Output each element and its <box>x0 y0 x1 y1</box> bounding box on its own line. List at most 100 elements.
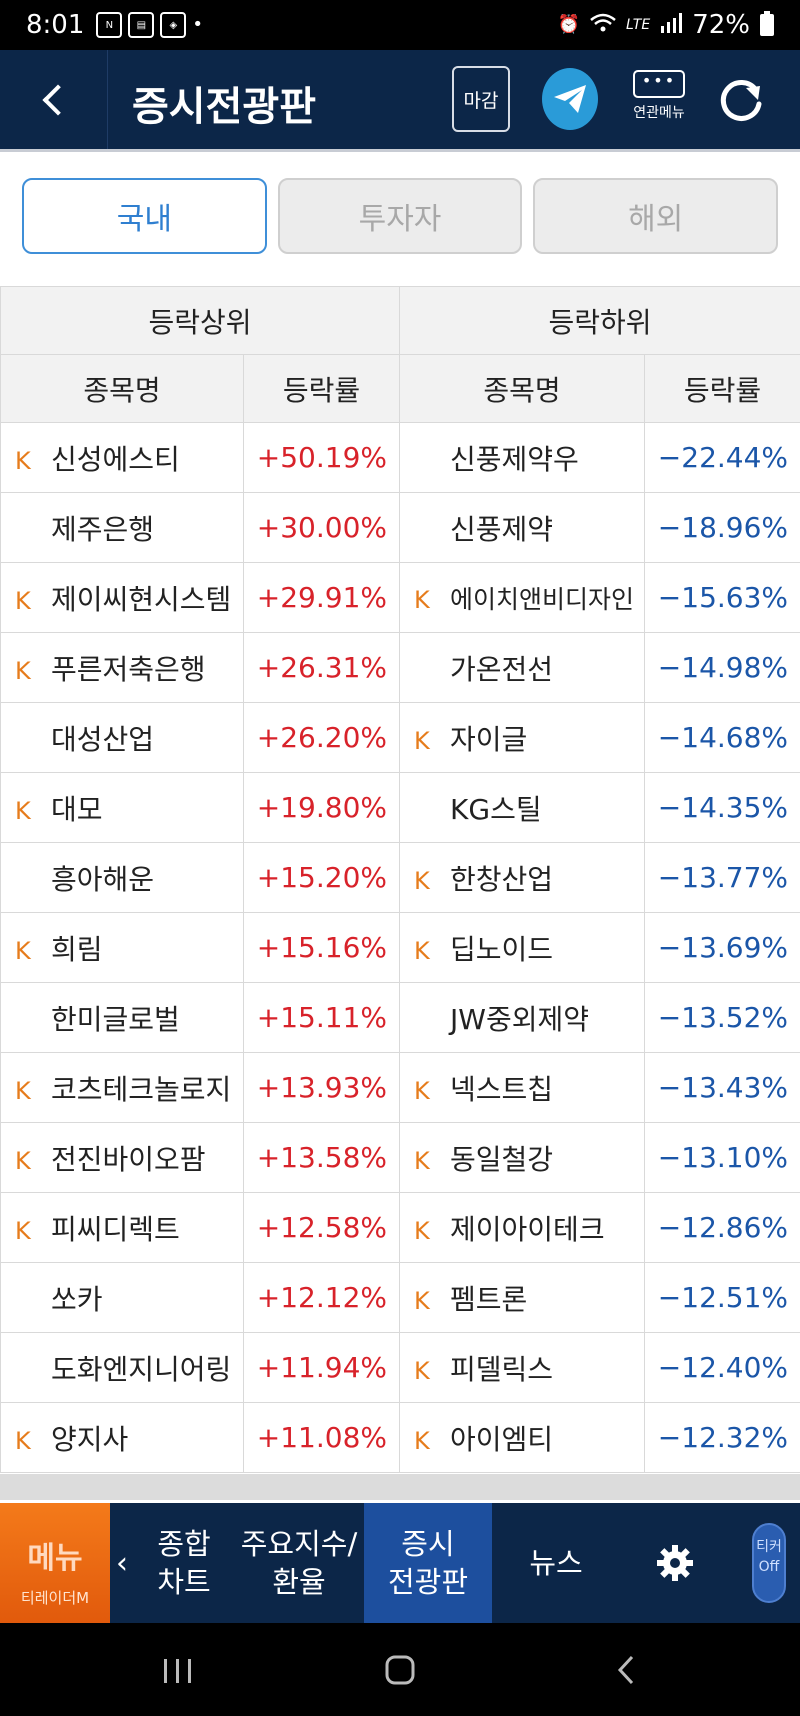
col-header-rate[interactable]: 등락률 <box>242 354 401 423</box>
recent-apps-button[interactable] <box>148 1645 208 1695</box>
stock-name: 코츠테크놀로지 <box>51 1072 232 1106</box>
loser-rate-cell[interactable]: −14.68% <box>644 702 800 773</box>
loser-rate-cell[interactable]: −18.96% <box>644 492 800 563</box>
telegram-button[interactable] <box>542 68 598 130</box>
back-button[interactable] <box>0 50 108 149</box>
loser-name-cell[interactable]: KG스틸 <box>399 772 646 843</box>
gainer-name-cell[interactable]: 쏘카 <box>0 1262 244 1333</box>
loser-rate-cell[interactable]: −22.44% <box>644 422 800 493</box>
loser-rate-cell[interactable]: −12.32% <box>644 1402 800 1473</box>
loser-name-cell[interactable]: 신풍제약 <box>399 492 646 563</box>
gainer-name-cell[interactable]: K 희림 <box>0 912 244 983</box>
change-rate: −13.43% <box>657 1071 789 1104</box>
gainer-rate-cell[interactable]: +11.94% <box>242 1332 401 1403</box>
refresh-button[interactable] <box>716 76 766 126</box>
loser-name-cell[interactable]: K 딥노이드 <box>399 912 646 983</box>
change-rate: −12.86% <box>657 1211 789 1244</box>
gainer-name-cell[interactable]: 흥아해운 <box>0 842 244 913</box>
gainer-rate-cell[interactable]: +13.58% <box>242 1122 401 1193</box>
settings-button[interactable] <box>620 1503 730 1623</box>
tab-domestic[interactable]: 국내 <box>22 178 267 254</box>
gainer-rate-cell[interactable]: +12.12% <box>242 1262 401 1333</box>
table-row: K 제이씨현시스템 +29.91% K 에이치앤비디자인 −15.63% <box>0 562 800 633</box>
nav-item-news[interactable]: 뉴스 <box>492 1503 620 1623</box>
gainer-rate-cell[interactable]: +15.16% <box>242 912 401 983</box>
tab-investor[interactable]: 투자자 <box>277 178 523 254</box>
system-back-button[interactable] <box>596 1645 656 1695</box>
stock-name: 흥아해운 <box>51 862 155 896</box>
loser-name-cell[interactable]: K 넥스트칩 <box>399 1052 646 1123</box>
col-header-rate[interactable]: 등락률 <box>644 354 800 423</box>
ticker-toggle[interactable]: 티커 Off <box>752 1503 788 1623</box>
loser-name-cell[interactable]: K 피델릭스 <box>399 1332 646 1403</box>
loser-rate-cell[interactable]: −12.86% <box>644 1192 800 1263</box>
loser-name-cell[interactable]: K 펨트론 <box>399 1262 646 1333</box>
loser-name-cell[interactable]: K 동일철강 <box>399 1122 646 1193</box>
col-header-name[interactable]: 종목명 <box>0 354 244 423</box>
battery-icon <box>760 11 774 36</box>
gainer-name-cell[interactable]: K 푸른저축은행 <box>0 632 244 703</box>
home-button[interactable] <box>370 1645 430 1695</box>
gainer-name-cell[interactable]: K 양지사 <box>0 1402 244 1473</box>
related-menu-button[interactable]: ••• 연관메뉴 <box>626 70 692 136</box>
gainer-name-cell[interactable]: K 신성에스티 <box>0 422 244 493</box>
status-right: ⏰ LTE 72% <box>558 10 774 40</box>
col-header-name[interactable]: 종목명 <box>399 354 646 423</box>
nav-item-chart[interactable]: 종합 차트 <box>134 1503 234 1623</box>
gainer-name-cell[interactable]: K 제이씨현시스템 <box>0 562 244 633</box>
gainer-rate-cell[interactable]: +13.93% <box>242 1052 401 1123</box>
gainer-name-cell[interactable]: 한미글로벌 <box>0 982 244 1053</box>
gainer-name-cell[interactable]: 제주은행 <box>0 492 244 563</box>
tab-overseas[interactable]: 해외 <box>533 178 779 254</box>
loser-name-cell[interactable]: K 자이글 <box>399 702 646 773</box>
gainer-name-cell[interactable]: K 코츠테크놀로지 <box>0 1052 244 1123</box>
loser-rate-cell[interactable]: −12.40% <box>644 1332 800 1403</box>
gainer-rate-cell[interactable]: +15.11% <box>242 982 401 1053</box>
loser-rate-cell[interactable]: −13.77% <box>644 842 800 913</box>
gainer-rate-cell[interactable]: +50.19% <box>242 422 401 493</box>
loser-rate-cell[interactable]: −13.69% <box>644 912 800 983</box>
loser-rate-cell[interactable]: −14.35% <box>644 772 800 843</box>
loser-name-cell[interactable]: 신풍제약우 <box>399 422 646 493</box>
loser-name-cell[interactable]: K 아이엠티 <box>399 1402 646 1473</box>
change-rate: +26.31% <box>256 651 388 684</box>
gainer-rate-cell[interactable]: +30.00% <box>242 492 401 563</box>
stock-name: 제이씨현시스템 <box>51 582 232 616</box>
gainer-rate-cell[interactable]: +29.91% <box>242 562 401 633</box>
loser-rate-cell[interactable]: −14.98% <box>644 632 800 703</box>
loser-name-cell[interactable]: K 한창산업 <box>399 842 646 913</box>
kosdaq-mark: K <box>414 936 430 965</box>
loser-name-cell[interactable]: JW중외제약 <box>399 982 646 1053</box>
market-close-button[interactable]: 마감 <box>452 66 510 132</box>
brand-logo: 티레이더M <box>20 1589 90 1607</box>
nav-item-market-board[interactable]: 증시 전광판 <box>364 1503 492 1623</box>
loser-rate-cell[interactable]: −13.43% <box>644 1052 800 1123</box>
table-row: K 양지사 +11.08% K 아이엠티 −12.32% <box>0 1402 800 1473</box>
change-rate: +50.19% <box>256 441 388 474</box>
menu-button[interactable]: 메뉴 티레이더M <box>0 1503 110 1623</box>
loser-name-cell[interactable]: 가온전선 <box>399 632 646 703</box>
gainer-name-cell[interactable]: 대성산업 <box>0 702 244 773</box>
gainer-name-cell[interactable]: K 대모 <box>0 772 244 843</box>
loser-name-cell[interactable]: K 에이치앤비디자인 <box>399 562 646 633</box>
gainer-rate-cell[interactable]: +26.20% <box>242 702 401 773</box>
gainer-rate-cell[interactable]: +15.20% <box>242 842 401 913</box>
nav-item-indices[interactable]: 주요지수/환율 <box>234 1503 364 1623</box>
gainer-rate-cell[interactable]: +26.31% <box>242 632 401 703</box>
gainer-name-cell[interactable]: K 전진바이오팜 <box>0 1122 244 1193</box>
gainer-rate-cell[interactable]: +19.80% <box>242 772 401 843</box>
change-rate: −12.40% <box>657 1351 789 1384</box>
loser-rate-cell[interactable]: −15.63% <box>644 562 800 633</box>
gainer-name-cell[interactable]: 도화엔지니어링 <box>0 1332 244 1403</box>
change-rate: +15.16% <box>256 931 388 964</box>
gainer-name-cell[interactable]: K 피씨디렉트 <box>0 1192 244 1263</box>
loser-rate-cell[interactable]: −12.51% <box>644 1262 800 1333</box>
stock-name: 쏘카 <box>51 1282 103 1316</box>
loser-rate-cell[interactable]: −13.10% <box>644 1122 800 1193</box>
loser-name-cell[interactable]: K 제이아이테크 <box>399 1192 646 1263</box>
gainer-rate-cell[interactable]: +11.08% <box>242 1402 401 1473</box>
loser-rate-cell[interactable]: −13.52% <box>644 982 800 1053</box>
stock-name: 양지사 <box>51 1422 129 1456</box>
nav-scroll-left-icon[interactable]: ‹ <box>110 1503 134 1623</box>
gainer-rate-cell[interactable]: +12.58% <box>242 1192 401 1263</box>
